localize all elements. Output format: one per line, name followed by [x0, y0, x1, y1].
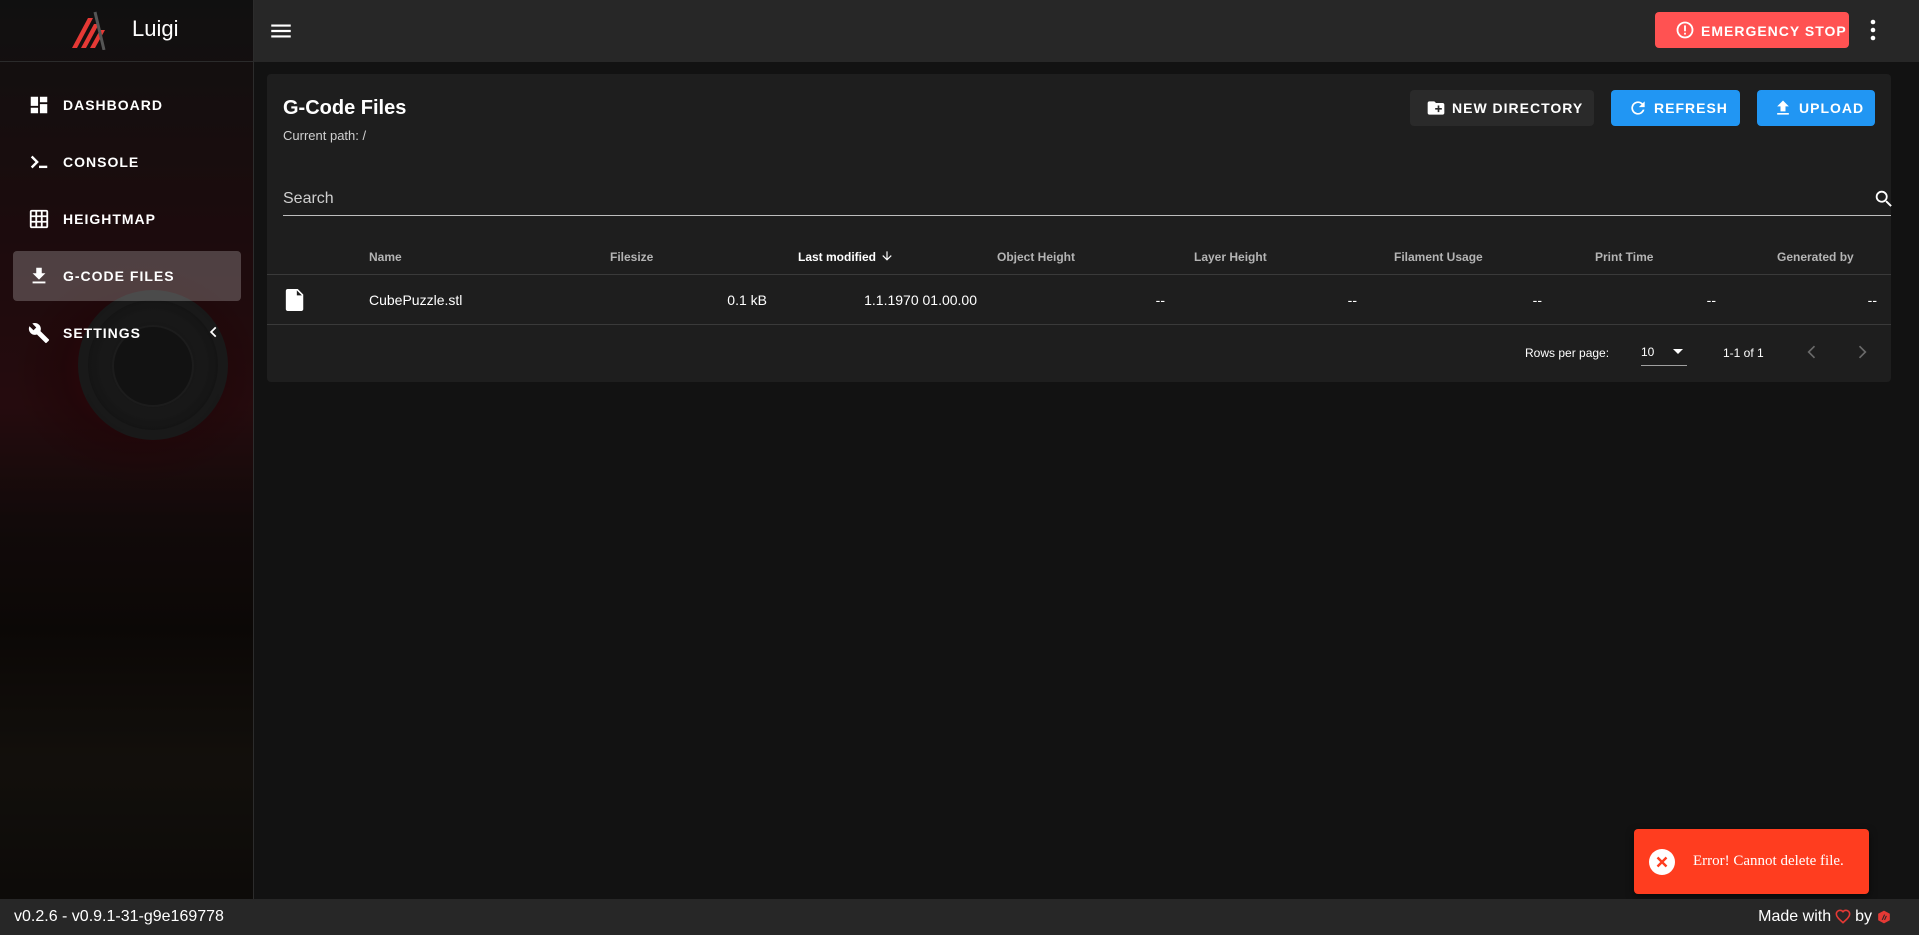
current-path: Current path: /: [283, 128, 367, 143]
gcode-files-card: G-Code Files Current path: / NEW DIRECTO…: [267, 74, 1892, 382]
top-bar: EMERGENCY STOP: [254, 0, 1919, 62]
cell-object-height: --: [1155, 292, 1165, 308]
column-header-label: Last modified: [798, 250, 877, 264]
rows-per-page-value: 10: [1641, 345, 1655, 359]
version-text: v0.2.6 - v0.9.1-31-g9e169778: [14, 908, 224, 925]
voron-icon: [1878, 910, 1890, 924]
column-header-filament-usage[interactable]: Filament Usage: [1394, 250, 1483, 264]
refresh-button[interactable]: REFRESH: [1611, 90, 1740, 126]
app-name: Luigi: [132, 16, 179, 41]
brand[interactable]: Luigi: [0, 0, 254, 62]
close-circle-icon[interactable]: [1649, 849, 1675, 875]
emergency-stop-button[interactable]: EMERGENCY STOP: [1655, 12, 1849, 48]
column-header-filesize[interactable]: Filesize: [610, 250, 653, 264]
cell-layer-height: --: [1347, 292, 1357, 308]
column-header-layer-height[interactable]: Layer Height: [1194, 250, 1267, 264]
cell-filesize: 0.1 kB: [727, 292, 767, 308]
cell-generated-by: --: [1867, 292, 1877, 308]
sidebar-item-heightmap[interactable]: HEIGHTMAP: [13, 194, 241, 244]
sidebar-nav: DASHBOARD CONSOLE HEIGHTMAP G-CODE FILES…: [13, 80, 241, 365]
page-title: G-Code Files: [283, 97, 407, 119]
dashboard-icon: [30, 96, 48, 114]
hamburger-menu-icon[interactable]: [268, 18, 294, 44]
emergency-stop-label: EMERGENCY STOP: [1701, 23, 1847, 39]
cell-filament-usage: --: [1532, 292, 1542, 308]
footer: v0.2.6 - v0.9.1-31-g9e169778 Made with b…: [0, 899, 1919, 935]
column-header-last-modified[interactable]: Last modified: [798, 250, 894, 264]
new-directory-label: NEW DIRECTORY: [1452, 100, 1584, 116]
column-header-generated-by[interactable]: Generated by: [1777, 250, 1854, 264]
heart-icon: [1835, 909, 1851, 924]
sidebar-item-console[interactable]: CONSOLE: [13, 137, 241, 187]
page-range: 1-1 of 1: [1723, 346, 1764, 360]
search-input[interactable]: Search: [283, 180, 1892, 216]
sidebar-item-label: HEIGHTMAP: [63, 211, 156, 227]
sidebar-item-settings[interactable]: SETTINGS: [13, 308, 241, 358]
file-download-icon: [32, 267, 46, 284]
cell-print-time: --: [1706, 292, 1716, 308]
alert-circle-icon: [1676, 21, 1694, 39]
sidebar-item-dashboard[interactable]: DASHBOARD: [13, 80, 241, 130]
sidebar: Luigi DASHBOARD CONSOLE HEIGHTMAP G-CODE…: [0, 0, 254, 899]
made-with-label: Made with: [1758, 908, 1832, 925]
snackbar-message: Error! Cannot delete file.: [1693, 853, 1844, 869]
upload-button[interactable]: UPLOAD: [1757, 90, 1875, 126]
made-with: Made with by: [1758, 908, 1891, 926]
grid-icon: [29, 209, 49, 229]
console-icon: [30, 155, 48, 169]
more-vert-icon[interactable]: [1866, 17, 1880, 43]
voron-logo-icon: [72, 11, 106, 50]
column-header-object-height[interactable]: Object Height: [997, 250, 1075, 264]
wrench-icon: [28, 323, 50, 344]
app-root: Luigi DASHBOARD CONSOLE HEIGHTMAP G-CODE…: [0, 0, 1919, 935]
search-placeholder: Search: [283, 190, 334, 207]
cell-name: CubePuzzle.stl: [369, 292, 463, 308]
chevron-right-icon[interactable]: [1852, 342, 1872, 362]
caret-down-icon: [1673, 349, 1683, 354]
sidebar-item-label: DASHBOARD: [63, 97, 163, 113]
refresh-label: REFRESH: [1654, 100, 1728, 116]
refresh-icon: [1631, 101, 1645, 115]
table-header: Name Filesize Last modified Object Heigh…: [267, 237, 1891, 275]
upload-icon: [1777, 100, 1789, 115]
sidebar-item-label: SETTINGS: [63, 325, 142, 341]
chevron-left-icon[interactable]: [1802, 342, 1822, 362]
arrow-down-icon: [882, 251, 892, 261]
table-pagination: Rows per page: 10 1-1 of 1: [267, 325, 1891, 382]
column-header-name[interactable]: Name: [369, 250, 402, 264]
chevron-left-icon[interactable]: [207, 325, 221, 339]
error-snackbar: Error! Cannot delete file.: [1634, 829, 1869, 894]
new-directory-button[interactable]: NEW DIRECTORY: [1410, 90, 1594, 126]
table-row[interactable]: CubePuzzle.stl 0.1 kB 1.1.1970 01.00.00 …: [267, 276, 1891, 325]
by-label: by: [1855, 908, 1872, 925]
sidebar-item-label: G-CODE FILES: [63, 268, 175, 284]
rows-per-page-label: Rows per page:: [1525, 346, 1610, 360]
column-header-print-time[interactable]: Print Time: [1595, 250, 1653, 264]
folder-plus-icon: [1427, 101, 1445, 115]
cell-last-modified: 1.1.1970 01.00.00: [864, 292, 977, 308]
sidebar-item-gcode-files[interactable]: G-CODE FILES: [13, 251, 241, 301]
sidebar-item-label: CONSOLE: [63, 154, 140, 170]
search-icon[interactable]: [1873, 188, 1895, 210]
rows-per-page-select[interactable]: 10: [1641, 340, 1687, 366]
file-icon: [285, 289, 304, 311]
upload-label: UPLOAD: [1799, 100, 1865, 116]
